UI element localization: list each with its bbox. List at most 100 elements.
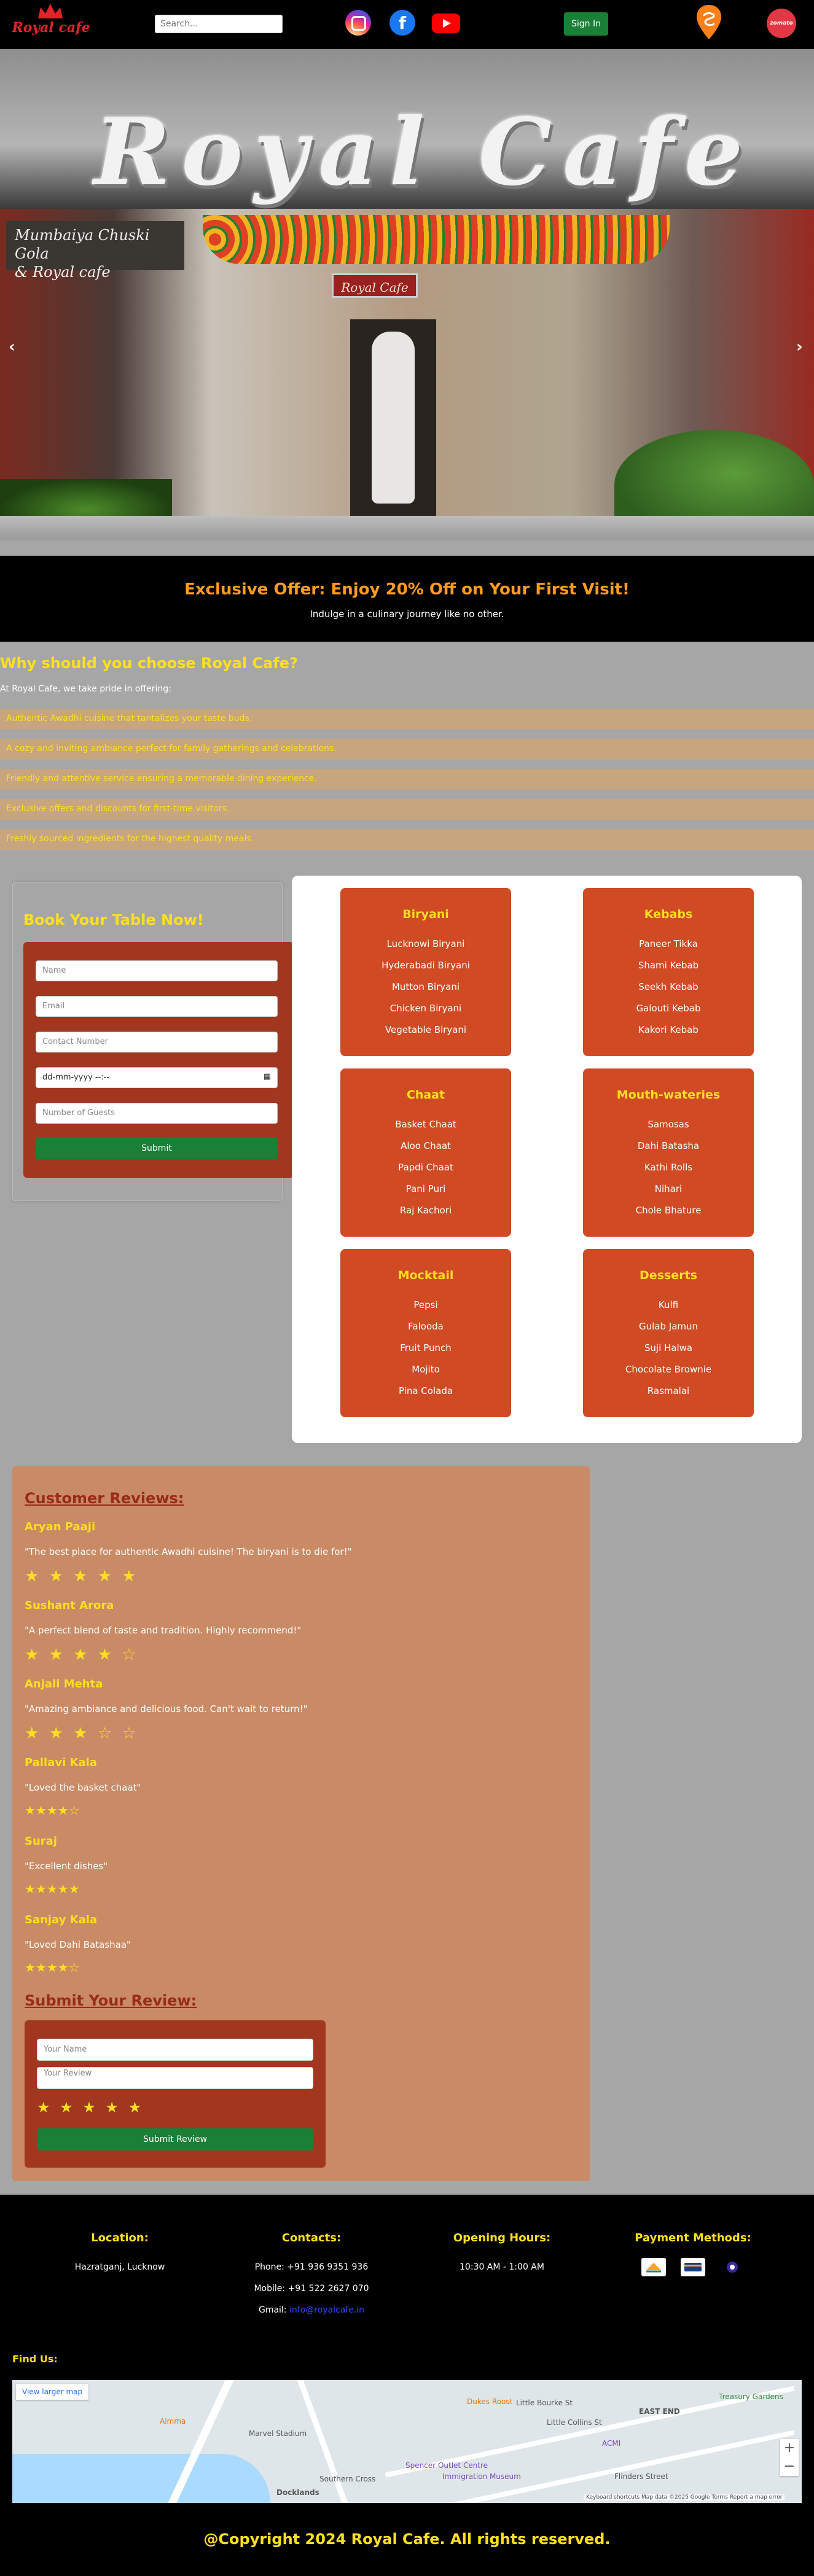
menu-item: Kakori Kebab — [638, 1024, 699, 1035]
review-stars: ★★★★☆ — [25, 1803, 80, 1818]
email-field[interactable]: Email — [36, 996, 278, 1017]
reviewer-name: Aryan Paaji — [25, 1520, 96, 1533]
offer-subtext: Indulge in a culinary journey like no ot… — [310, 609, 504, 620]
sign-in-button[interactable]: Sign In — [564, 12, 608, 36]
mobile-text: Mobile: +91 522 2627 070 — [254, 2284, 369, 2294]
menu-item: Galouti Kebab — [636, 1003, 701, 1014]
zoom-in-icon[interactable]: + — [780, 2439, 799, 2457]
menu-item: Lucknowi Biryani — [386, 938, 465, 949]
reviewer-name: Anjali Mehta — [25, 1678, 103, 1691]
hero-sign-text: Royal Cafe — [93, 98, 754, 206]
review-name-field[interactable]: Your Name — [37, 2039, 313, 2061]
why-item: Freshly sourced ingredients for the high… — [0, 829, 814, 850]
carousel-next-icon[interactable]: › — [796, 338, 803, 356]
review-text-field[interactable]: Your Review — [37, 2067, 313, 2089]
hours-title: Opening Hours: — [453, 2232, 551, 2244]
find-us-title: Find Us: — [12, 2353, 58, 2365]
menu-item: Suji Halwa — [644, 1342, 693, 1353]
guests-field[interactable]: Number of Guests — [36, 1103, 278, 1124]
footer-payment: Payment Methods: — [601, 2232, 785, 2278]
menu-item: Vegetable Biryani — [385, 1024, 467, 1035]
menu-item: Kulfi — [658, 1299, 679, 1310]
booking-title: Book Your Table Now! — [23, 911, 204, 928]
menu-item: Mutton Biryani — [391, 981, 460, 992]
menu-item: Pina Colada — [398, 1385, 453, 1396]
contacts-title: Contacts: — [281, 2232, 342, 2244]
menu-card-title: Biryani — [402, 908, 449, 921]
map-road — [297, 2380, 348, 2503]
menu-card-title: Mouth-wateries — [616, 1088, 721, 1102]
footer: Location: Hazratganj, Lucknow Contacts: … — [0, 2195, 814, 2576]
review-text: "Excellent dishes" — [25, 1861, 108, 1872]
gmail-link[interactable]: info@royalcafe.in — [289, 2305, 364, 2315]
why-item: A cozy and inviting ambiance perfect for… — [0, 739, 814, 760]
menu-card-title: Chaat — [406, 1088, 445, 1102]
carousel-prev-icon[interactable]: ‹ — [9, 338, 15, 356]
booking-submit-button[interactable]: Submit — [36, 1137, 278, 1159]
why-item: Exclusive offers and discounts for first… — [0, 799, 814, 820]
map-attribution[interactable]: Keyboard shortcuts Map data ©2025 Google… — [584, 2494, 785, 2500]
submit-review-button[interactable]: Submit Review — [37, 2128, 313, 2150]
review-stars: ★ ★ ★ ☆ ☆ — [25, 1724, 139, 1743]
zomato-icon[interactable]: zomato — [767, 9, 796, 38]
menu-item: Aloo Chaat — [401, 1140, 451, 1151]
name-field[interactable]: Name — [36, 960, 278, 981]
menu-item: Rasmalai — [647, 1385, 690, 1396]
why-title: Why should you choose Royal Cafe? — [0, 655, 298, 672]
menu-item: Dahi Batasha — [637, 1140, 700, 1151]
copyright-text: @Copyright 2024 Royal Cafe. All rights r… — [203, 2531, 611, 2548]
review-stars: ★ ★ ★ ★ ☆ — [25, 1646, 139, 1664]
youtube-icon[interactable] — [432, 14, 460, 33]
map-zoom-control[interactable]: + − — [780, 2439, 799, 2476]
view-larger-map-link[interactable]: View larger map — [16, 2384, 89, 2400]
menu-item: Samosas — [648, 1119, 689, 1130]
footer-location: Location: Hazratganj, Lucknow — [28, 2232, 212, 2278]
gmail-label: Gmail: — [258, 2305, 287, 2315]
crown-icon — [38, 4, 63, 18]
search-input[interactable] — [155, 15, 283, 33]
side-sign-line-1: Mumbaiya Chuski Gola — [15, 227, 150, 262]
zoom-out-icon[interactable]: − — [780, 2457, 799, 2476]
reviewer-name: Suraj — [25, 1835, 57, 1848]
google-map[interactable]: EAST END Marvel Stadium Docklands Aimma … — [12, 2380, 802, 2503]
menu-panel: Biryani Lucknowi Biryani Hyderabadi Biry… — [292, 876, 802, 1443]
menu-card-title: Mocktail — [397, 1269, 454, 1282]
map-label: Flinders Street — [614, 2472, 668, 2481]
facebook-icon[interactable]: f — [389, 10, 415, 36]
menu-card-title: Desserts — [640, 1269, 697, 1282]
menu-item: Shami Kebab — [638, 960, 699, 971]
payment-title: Payment Methods: — [635, 2232, 751, 2244]
location-value: Hazratganj, Lucknow — [74, 2262, 165, 2272]
menu-card-biryani: Biryani Lucknowi Biryani Hyderabadi Biry… — [340, 888, 511, 1056]
review-text: "Loved Dahi Batashaa" — [25, 1939, 131, 1950]
footer-contacts: Contacts: Phone: +91 936 9351 936 Mobile… — [219, 2232, 404, 2321]
swiggy-icon[interactable] — [695, 4, 722, 41]
reviewer-name: Sanjay Kala — [25, 1913, 98, 1926]
footer-hours: Opening Hours: 10:30 AM - 1:00 AM — [410, 2232, 594, 2278]
instagram-icon[interactable] — [345, 10, 371, 36]
menu-item: Papdi Chaat — [398, 1162, 453, 1173]
rating-stars-input[interactable]: ★ ★ ★ ★ ★ — [37, 2099, 144, 2116]
menu-card-mocktail: Mocktail Pepsi Falooda Fruit Punch Mojit… — [340, 1249, 511, 1417]
phone-text: Phone: +91 936 9351 936 — [254, 2262, 369, 2272]
payment-icons — [601, 2257, 785, 2278]
menu-card-title: Kebabs — [644, 908, 693, 921]
calendar-icon[interactable]: ▦ — [264, 1072, 271, 1081]
menu-item: Chole Bhature — [635, 1205, 702, 1216]
flower-garland — [203, 215, 670, 264]
logo[interactable]: Royal cafe — [11, 2, 91, 41]
card-payment-icon — [681, 2258, 705, 2276]
person-figure — [372, 332, 415, 504]
floor — [0, 516, 814, 540]
menu-item: Nihari — [654, 1183, 683, 1194]
menu-card-mouth-wateries: Mouth-wateries Samosas Dahi Batasha Kath… — [583, 1068, 754, 1237]
menu-item: Mojito — [412, 1364, 440, 1375]
contact-field[interactable]: Contact Number — [36, 1032, 278, 1053]
datetime-field[interactable]: dd-mm-yyyy --:-- ▦ — [36, 1067, 278, 1088]
wallet-icon — [720, 2258, 745, 2276]
map-label: EAST END — [639, 2407, 680, 2416]
logo-text: Royal cafe — [12, 20, 90, 36]
datetime-value: dd-mm-yyyy --:-- — [42, 1073, 110, 1082]
upi-icon — [641, 2258, 666, 2276]
reviews-section: Customer Reviews: Aryan Paaji "The best … — [12, 1466, 590, 2181]
